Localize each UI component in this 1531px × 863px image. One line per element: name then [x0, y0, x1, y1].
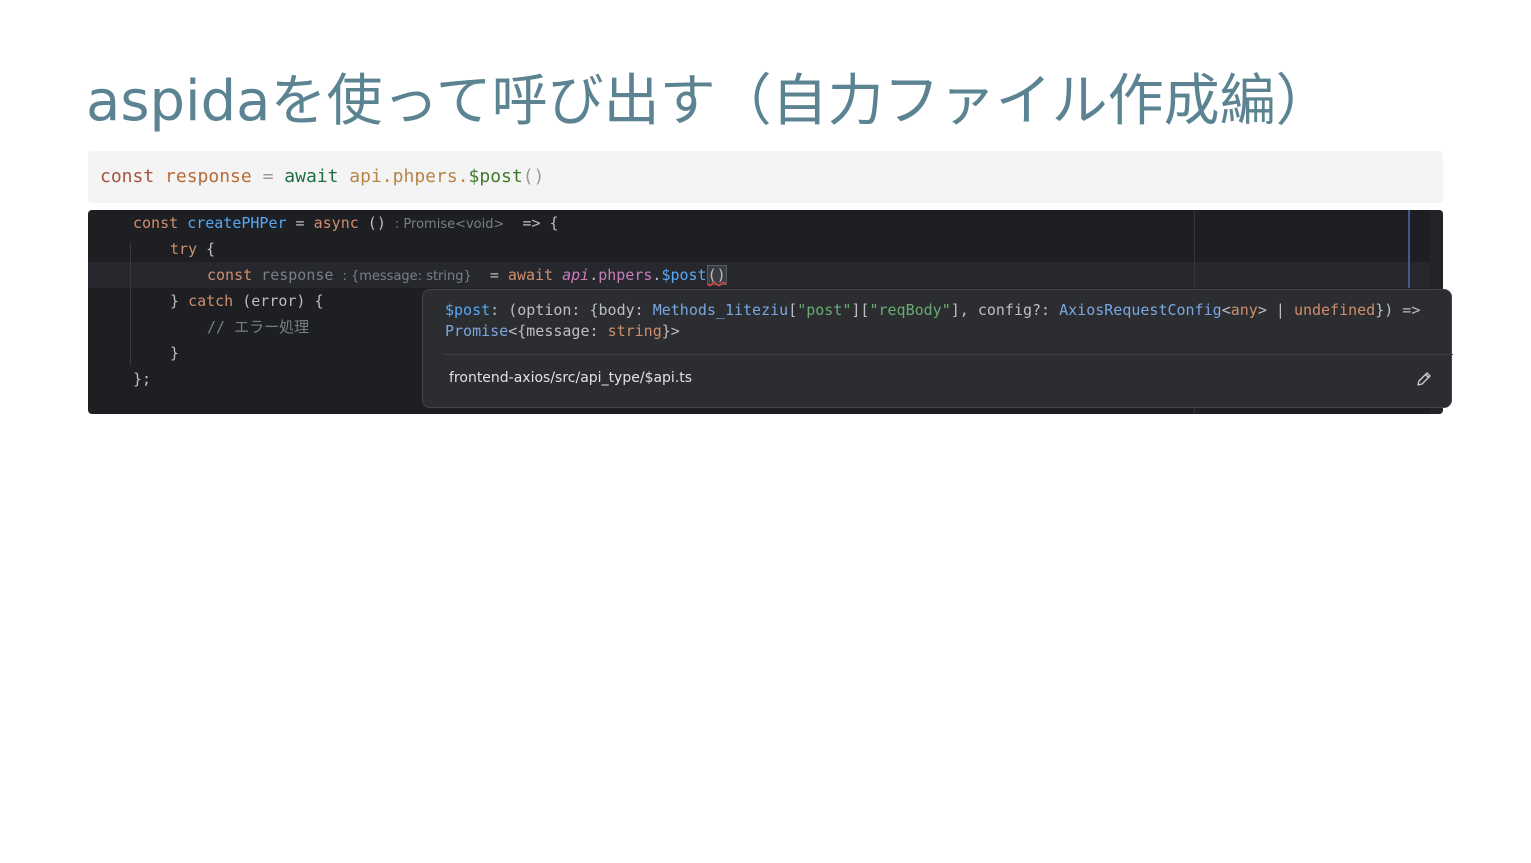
snippet-response: response	[165, 166, 252, 187]
catch-params: (error) {	[233, 292, 324, 310]
var-response: response	[252, 266, 343, 284]
sig-method-name: $post	[445, 301, 491, 319]
source-file-path[interactable]: frontend-axios/src/api_type/$api.ts	[449, 370, 692, 386]
kw-async: async	[313, 214, 359, 232]
brace: {	[197, 240, 216, 258]
sig-part: ][	[851, 301, 870, 319]
sig-methods-type[interactable]: Methods_1iteziu	[653, 301, 788, 319]
snippet-parens: ()	[522, 166, 545, 187]
quick-documentation-popup[interactable]: $post: (option: {body: Methods_1iteziu["…	[422, 289, 1453, 408]
sig-string: "reqBody"	[869, 301, 951, 319]
sig-part: }) =>	[1375, 301, 1421, 319]
api-var: api	[562, 266, 590, 284]
code-line-4[interactable]: } catch (error) {	[170, 288, 324, 314]
equals: =	[471, 266, 508, 284]
snippet-equals: =	[262, 166, 274, 187]
snippet-await: await	[284, 166, 339, 187]
pencil-icon[interactable]	[1415, 370, 1433, 388]
sig-part: : (option: {body:	[490, 301, 653, 319]
popup-divider	[443, 354, 1453, 355]
kw-catch: catch	[188, 292, 234, 310]
code-comment: // エラー処理	[207, 318, 310, 336]
code-line-3[interactable]: const response : {message: string} = awa…	[207, 262, 727, 288]
type-hint: : Promise<void>	[394, 217, 505, 232]
sig-part: > |	[1257, 301, 1294, 319]
sig-keyword: any	[1230, 301, 1258, 319]
sig-string: "post"	[797, 301, 852, 319]
slide-title: aspidaを使って呼び出す（自力ファイル作成編）	[86, 69, 1332, 134]
brace: };	[133, 370, 152, 388]
snippet-const: const	[100, 166, 155, 187]
dot: .	[589, 266, 599, 284]
caret-marker	[1408, 210, 1410, 288]
parens: ()	[358, 214, 395, 232]
sig-promise-type[interactable]: Promise	[445, 322, 508, 340]
kw-const: const	[207, 266, 253, 284]
method-signature: $post: (option: {body: Methods_1iteziu["…	[445, 300, 1445, 342]
equals: =	[286, 214, 314, 232]
sig-part: }>	[661, 322, 680, 340]
sig-axios-type[interactable]: AxiosRequestConfig	[1059, 301, 1222, 319]
code-line-1[interactable]: const createPHPer = async () : Promise<v…	[133, 210, 559, 236]
arrow: => {	[504, 214, 559, 232]
sig-keyword: undefined	[1293, 301, 1376, 319]
code-line-2[interactable]: try {	[170, 236, 215, 262]
snippet-post: $post	[468, 166, 523, 187]
code-snippet: const response = await api.phpers.$post(…	[88, 151, 1443, 203]
brace: }	[170, 292, 189, 310]
post-method: $post	[661, 266, 707, 284]
snippet-object-path: api.phpers.	[349, 166, 469, 187]
call-parens: ()	[706, 265, 727, 285]
sig-part: ], config?:	[950, 301, 1060, 319]
indent-guide	[130, 243, 131, 365]
code-line-6[interactable]: }	[170, 340, 179, 366]
function-name: createPHPer	[187, 214, 287, 232]
sig-keyword: string	[607, 322, 662, 340]
code-line-7[interactable]: };	[133, 366, 151, 392]
code-line-5[interactable]: // エラー処理	[207, 314, 309, 340]
brace: }	[170, 344, 180, 362]
kw-const: const	[133, 214, 179, 232]
sig-part: <{message:	[508, 322, 608, 340]
sig-part: [	[788, 301, 798, 319]
phpers-prop: phpers	[598, 266, 653, 284]
sig-part: <	[1221, 301, 1231, 319]
kw-try: try	[170, 240, 198, 258]
kw-await: await	[507, 266, 554, 284]
type-hint: : {message: string}	[342, 269, 472, 284]
